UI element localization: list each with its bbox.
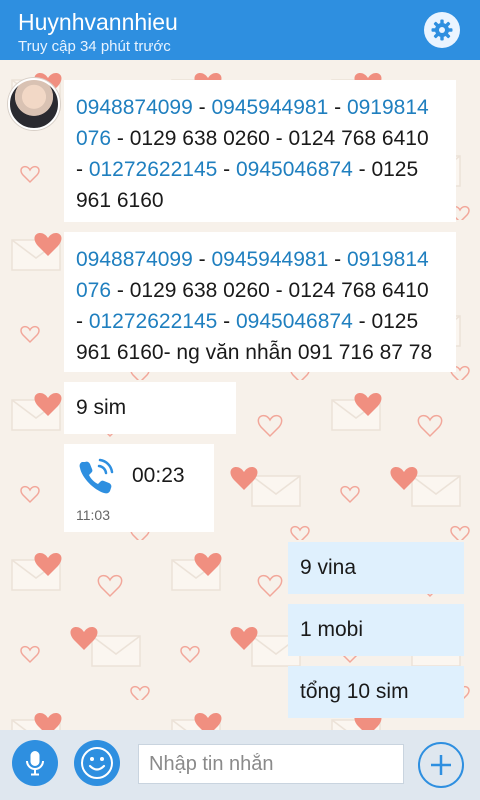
call-timestamp: 11:03 (76, 507, 110, 523)
call-log-bubble[interactable]: 00:23 11:03 (64, 444, 214, 532)
add-attachment-button[interactable] (418, 742, 464, 788)
plus-icon (431, 755, 451, 775)
smiley-icon (81, 747, 113, 779)
message-list[interactable]: 0948874099 - 0945944981 - 0919814 076 - … (0, 60, 480, 730)
phone-call-icon (79, 458, 114, 494)
message-text: tổng 10 sim (300, 680, 409, 703)
message-text: 9 vina (300, 556, 357, 579)
message-line: - 01272622145 - 0945046874 - 0125 (76, 310, 419, 333)
last-seen-status: Truy cập 34 phút trước (18, 38, 171, 55)
message-line: - 01272622145 - 0945046874 - 0125 (76, 158, 419, 181)
message-bubble-incoming[interactable]: 0948874099 - 0945944981 - 0919814 076 - … (64, 80, 456, 222)
chat-header: Huynhvannhieu Truy cập 34 phút trước (0, 0, 480, 60)
contact-name[interactable]: Huynhvannhieu (18, 8, 178, 36)
settings-button[interactable] (424, 12, 460, 48)
message-bubble-outgoing[interactable]: tổng 10 sim (288, 666, 464, 718)
phone-link[interactable]: 0919814 (347, 96, 429, 119)
phone-link[interactable]: 0919814 (347, 248, 429, 271)
phone-link[interactable]: 0945944981 (211, 248, 328, 271)
message-line: 961 6160 (76, 189, 164, 212)
message-line: 0948874099 - 0945944981 - 0919814 (76, 248, 429, 271)
phone-link[interactable]: 0945046874 (236, 158, 353, 181)
message-bubble-incoming[interactable]: 9 sim (64, 382, 236, 434)
call-duration: 00:23 (132, 464, 185, 487)
message-input[interactable] (138, 744, 404, 784)
phone-link[interactable]: 0948874099 (76, 96, 193, 119)
message-line: 076 - 0129 638 0260 - 0124 768 6410 (76, 127, 429, 150)
message-line: 961 6160- ng văn nhẫn 091 716 87 78 (76, 341, 433, 364)
phone-link[interactable]: 076 (76, 127, 111, 150)
voice-message-button[interactable] (12, 740, 58, 786)
message-text: 1 mobi (300, 618, 364, 641)
contact-avatar[interactable] (8, 78, 60, 130)
message-bubble-outgoing[interactable]: 9 vina (288, 542, 464, 594)
message-text: 9 sim (76, 396, 127, 419)
message-line: 076 - 0129 638 0260 - 0124 768 6410 (76, 279, 429, 302)
phone-link[interactable]: 01272622145 (89, 158, 217, 181)
emoji-button[interactable] (74, 740, 120, 786)
gear-icon (431, 19, 453, 41)
message-line: 0948874099 - 0945944981 - 0919814 (76, 96, 429, 119)
phone-link[interactable]: 01272622145 (89, 310, 217, 333)
composer-bar (0, 730, 480, 800)
message-bubble-outgoing[interactable]: 1 mobi (288, 604, 464, 656)
phone-link[interactable]: 076 (76, 279, 111, 302)
phone-link[interactable]: 0948874099 (76, 248, 193, 271)
phone-link[interactable]: 0945944981 (211, 96, 328, 119)
message-bubble-incoming[interactable]: 0948874099 - 0945944981 - 0919814 076 - … (64, 232, 456, 372)
phone-link[interactable]: 0945046874 (236, 310, 353, 333)
microphone-icon (26, 751, 44, 776)
